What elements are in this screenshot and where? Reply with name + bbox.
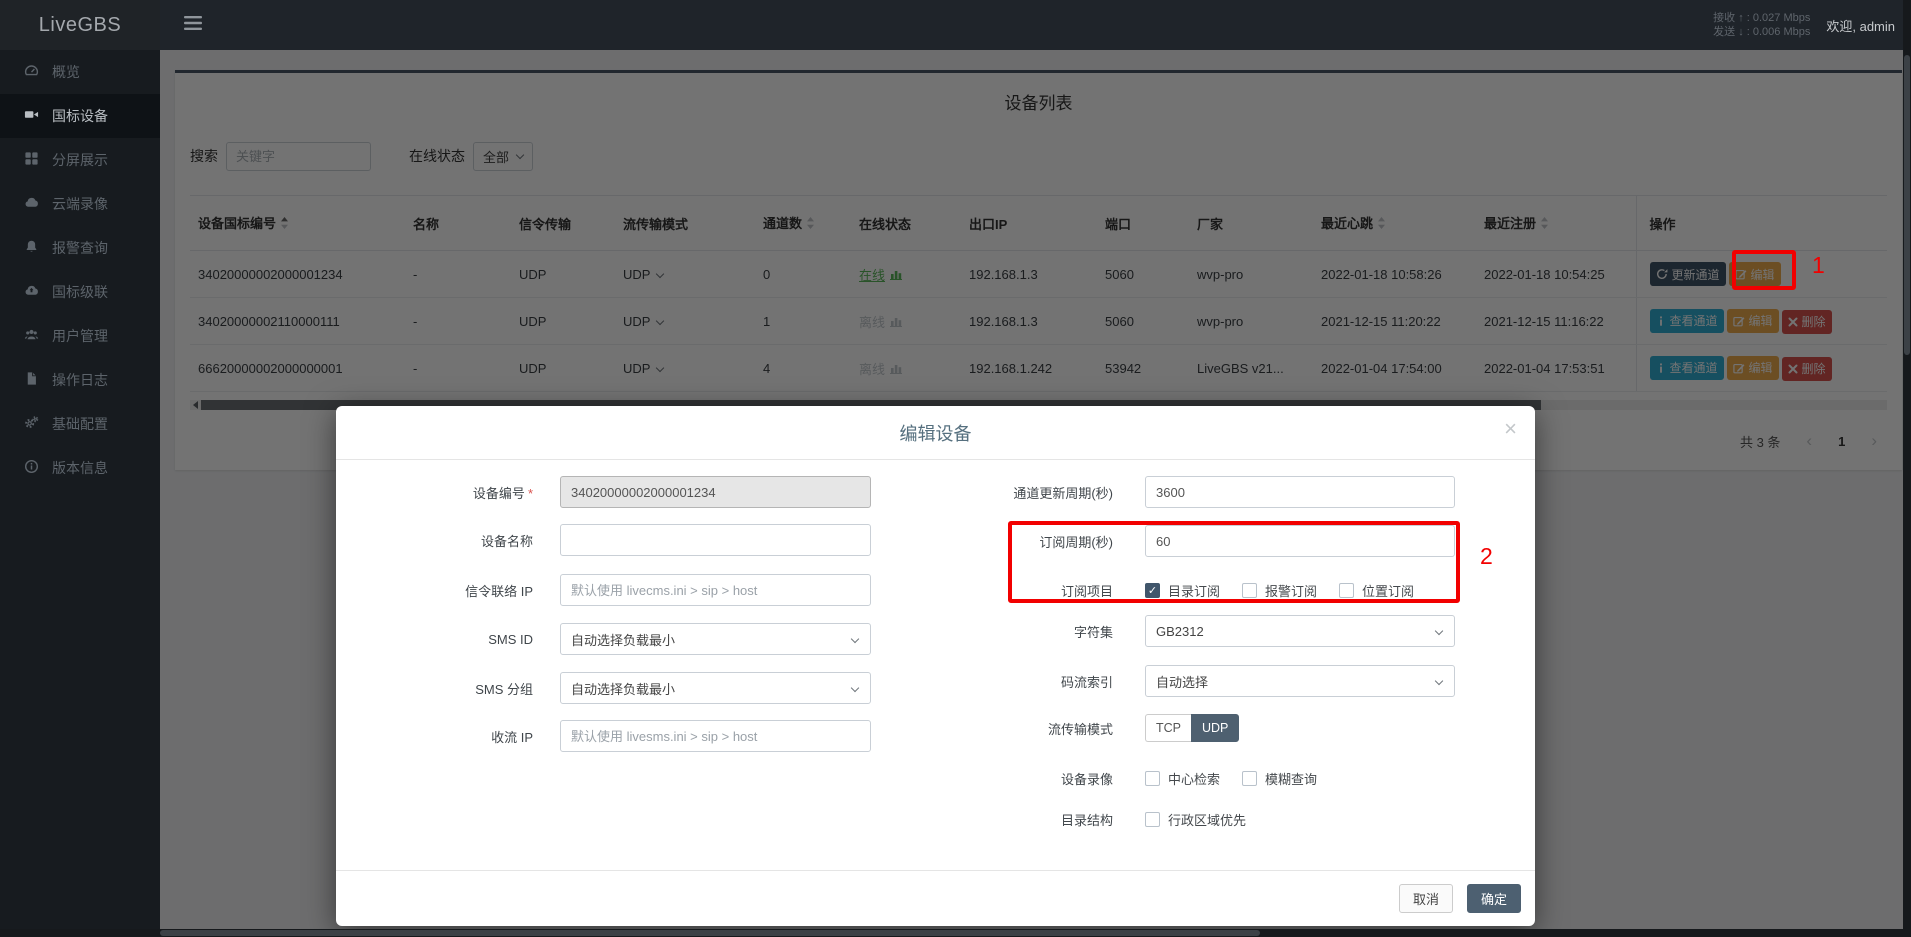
sms-id-select[interactable]: 自动选择负载最小	[560, 623, 871, 655]
bottom-scrollbar[interactable]	[0, 929, 1911, 937]
center-search-checkbox[interactable]: 中心检索	[1145, 769, 1220, 788]
sidebar-item-label: 基础配置	[52, 414, 108, 434]
sidebar-item-user-management[interactable]: 用户管理	[0, 314, 160, 358]
annotation-number-1: 1	[1812, 252, 1825, 279]
sidebar-item-label: 概览	[52, 62, 80, 82]
device-id-input	[560, 476, 871, 508]
checkbox-icon	[1242, 771, 1257, 786]
sidebar-item-version-info[interactable]: 版本信息	[0, 446, 160, 490]
tcp-option[interactable]: TCP	[1145, 714, 1191, 742]
hamburger-menu-icon[interactable]	[184, 16, 202, 35]
checkbox-icon	[1145, 812, 1160, 827]
checkbox-icon	[1145, 771, 1160, 786]
stream-index-select[interactable]: 自动选择	[1145, 665, 1455, 697]
sidebar-item-label: 国标级联	[52, 282, 108, 302]
sidebar: LiveGBS 概览 国标设备 分屏展示 云端录像 报警查询 国标级联 用户管理	[0, 0, 160, 937]
app-logo: LiveGBS	[0, 0, 160, 50]
down-arrow-icon: ↓	[1738, 26, 1744, 38]
users-icon	[24, 327, 39, 345]
sidebar-item-overview[interactable]: 概览	[0, 50, 160, 94]
field-stream-index: 码流索引 自动选择	[953, 665, 1455, 697]
grid-icon	[24, 151, 39, 169]
field-charset: 字符集 GB2312	[953, 615, 1455, 647]
field-device-record: 设备录像 中心检索 模糊查询	[953, 762, 1339, 794]
field-dir-structure: 目录结构 行政区域优先	[953, 803, 1268, 835]
scrollbar-thumb[interactable]	[1904, 55, 1910, 355]
field-stream-mode: 流传输模式 TCP UDP	[953, 712, 1239, 744]
field-device-id: 设备编号*	[373, 476, 871, 508]
sidebar-item-basic-config[interactable]: 基础配置	[0, 402, 160, 446]
sidebar-item-label: 操作日志	[52, 370, 108, 390]
annotation-number-2: 2	[1480, 543, 1493, 570]
sidebar-item-gb-cascade[interactable]: 国标级联	[0, 270, 160, 314]
bell-icon	[24, 239, 39, 257]
recv-rate: 0.027 Mbps	[1753, 12, 1810, 24]
admin-region-first-checkbox[interactable]: 行政区域优先	[1145, 810, 1246, 829]
device-name-input[interactable]	[560, 524, 871, 556]
sidebar-item-label: 用户管理	[52, 326, 108, 346]
required-mark: *	[528, 486, 533, 501]
chevron-down-icon	[851, 684, 859, 692]
field-sms-id: SMS ID 自动选择负载最小	[373, 623, 871, 655]
field-recv-ip: 收流 IP	[373, 720, 871, 752]
sidebar-item-label: 报警查询	[52, 238, 108, 258]
field-device-name: 设备名称	[373, 524, 871, 556]
file-icon	[24, 371, 39, 389]
chevron-down-icon	[851, 635, 859, 643]
sidebar-item-split-screen[interactable]: 分屏展示	[0, 138, 160, 182]
chevron-down-icon	[1435, 627, 1443, 635]
ok-button[interactable]: 确定	[1467, 884, 1521, 913]
app: LiveGBS 概览 国标设备 分屏展示 云端录像 报警查询 国标级联 用户管理	[0, 0, 1911, 937]
info-icon	[24, 459, 39, 477]
camera-icon	[24, 107, 39, 125]
channel-refresh-input[interactable]	[1145, 476, 1455, 508]
sidebar-item-gb-devices[interactable]: 国标设备	[0, 94, 160, 138]
stream-mode-toggle: TCP UDP	[1145, 714, 1239, 742]
udp-option[interactable]: UDP	[1191, 714, 1239, 742]
signal-contact-ip-input[interactable]	[560, 574, 871, 606]
charset-select[interactable]: GB2312	[1145, 615, 1455, 647]
cancel-button[interactable]: 取消	[1399, 884, 1453, 913]
modal-title: 编辑设备	[900, 420, 972, 446]
send-rate: 0.006 Mbps	[1753, 26, 1810, 38]
annotation-box-step1	[1732, 250, 1796, 290]
sidebar-item-label: 云端录像	[52, 194, 108, 214]
gears-icon	[24, 415, 39, 433]
topbar: 接收 ↑ : 0.027 Mbps 发送 ↓ : 0.006 Mbps 欢迎, …	[160, 0, 1911, 50]
network-stats: 接收 ↑ : 0.027 Mbps 发送 ↓ : 0.006 Mbps	[1713, 11, 1810, 39]
cloud-icon	[24, 195, 39, 213]
fuzzy-query-checkbox[interactable]: 模糊查询	[1242, 769, 1317, 788]
modal-header: 编辑设备 ×	[336, 406, 1535, 460]
field-signal-ip: 信令联络 IP	[373, 574, 871, 606]
welcome-user[interactable]: 欢迎, admin	[1826, 16, 1895, 35]
sidebar-item-cloud-record[interactable]: 云端录像	[0, 182, 160, 226]
close-icon[interactable]: ×	[1504, 418, 1517, 440]
scrollbar-thumb[interactable]	[160, 930, 1260, 936]
vertical-scrollbar[interactable]	[1903, 0, 1911, 937]
chevron-down-icon	[1435, 677, 1443, 685]
sidebar-item-label: 国标设备	[52, 106, 108, 126]
sidebar-item-label: 分屏展示	[52, 150, 108, 170]
cloud-upload-icon	[24, 283, 39, 301]
sms-group-select[interactable]: 自动选择负载最小	[560, 672, 871, 704]
field-channel-refresh: 通道更新周期(秒)	[953, 476, 1455, 508]
modal-footer: 取消 确定	[336, 870, 1535, 926]
sidebar-item-alarm-query[interactable]: 报警查询	[0, 226, 160, 270]
gauge-icon	[24, 63, 39, 81]
edit-device-modal: 编辑设备 × 设备编号* 设备名称 信令联络 IP SMS ID 自动选择负载最…	[336, 406, 1535, 926]
stream-receive-ip-input[interactable]	[560, 720, 871, 752]
up-arrow-icon: ↑	[1738, 12, 1744, 24]
sidebar-item-operation-log[interactable]: 操作日志	[0, 358, 160, 402]
field-sms-group: SMS 分组 自动选择负载最小	[373, 672, 871, 704]
sidebar-item-label: 版本信息	[52, 458, 108, 478]
annotation-box-step2	[1008, 521, 1460, 603]
